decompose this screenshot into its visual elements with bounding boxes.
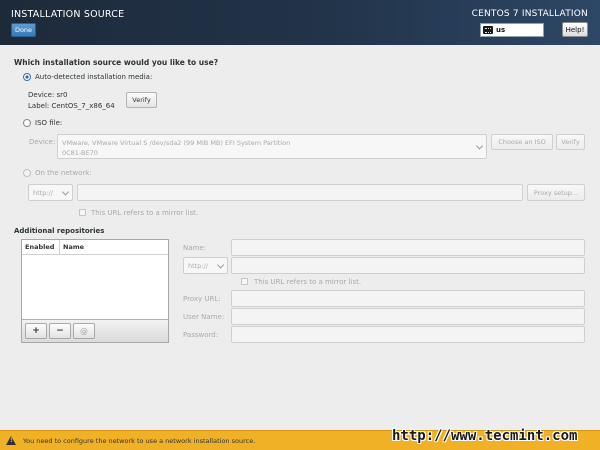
repo-list-header: Enabled Name — [22, 240, 168, 255]
proxy-url-input[interactable] — [231, 290, 585, 307]
verify-iso-button[interactable]: Verify — [556, 134, 585, 150]
repo-mirror-label: This URL refers to a mirror list. — [254, 278, 362, 286]
repo-protocol-select[interactable]: http:// — [183, 257, 228, 274]
repo-name-label: Name: — [183, 244, 207, 252]
verify-media-button[interactable]: Verify — [126, 92, 157, 108]
product-title: CENTOS 7 INSTALLATION — [471, 9, 588, 19]
remove-repo-button[interactable]: − — [49, 323, 71, 339]
iso-file-radio[interactable] — [23, 119, 31, 127]
chevron-down-icon — [61, 187, 70, 196]
repo-toolbar: + − @ — [22, 319, 168, 342]
reset-repos-button[interactable]: @ — [73, 323, 95, 339]
password-label: Password: — [183, 331, 219, 339]
repo-mirror-checkbox[interactable] — [241, 278, 248, 285]
iso-device-combo[interactable]: VMware, VMware Virtual S /dev/sda2 (99 M… — [57, 134, 487, 159]
user-name-input[interactable] — [231, 308, 585, 325]
top-bar: INSTALLATION SOURCE CENTOS 7 INSTALLATIO… — [0, 0, 600, 45]
iso-device-value-line2: 0C81-BE70 — [62, 149, 98, 157]
user-name-label: User Name: — [183, 313, 225, 321]
site-watermark: http://www.tecmint.com — [392, 428, 578, 444]
source-question: Which installation source would you like… — [14, 58, 219, 67]
iso-device-label: Device: — [29, 138, 56, 146]
proxy-setup-button[interactable]: Proxy setup... — [527, 184, 585, 201]
network-label: On the network: — [35, 169, 92, 177]
page-title: INSTALLATION SOURCE — [11, 9, 125, 20]
network-protocol-select[interactable]: http:// — [28, 184, 73, 201]
network-protocol-value: http:// — [33, 189, 53, 197]
keyboard-layout-label: us — [496, 26, 506, 34]
network-url-input[interactable] — [77, 184, 523, 201]
repo-url-input[interactable] — [231, 257, 585, 274]
iso-file-label: ISO file: — [35, 119, 63, 127]
iso-device-value-line1: VMware, VMware Virtual S /dev/sda2 (99 M… — [62, 139, 291, 147]
repo-protocol-value: http:// — [188, 262, 208, 270]
auto-detected-radio[interactable] — [23, 73, 31, 81]
password-input[interactable] — [231, 326, 585, 343]
auto-detected-label: Auto-detected installation media: — [35, 73, 153, 81]
repo-list[interactable]: Enabled Name + − @ — [21, 239, 169, 343]
col-name-header[interactable]: Name — [60, 243, 84, 251]
keyboard-layout-indicator[interactable]: us — [480, 23, 544, 37]
repo-name-input[interactable] — [231, 239, 585, 256]
choose-iso-button[interactable]: Choose an ISO — [491, 134, 553, 150]
warning-message: You need to configure the network to use… — [23, 437, 256, 445]
add-repo-button[interactable]: + — [25, 323, 47, 339]
chevron-down-icon — [216, 260, 225, 269]
keyboard-icon — [483, 26, 493, 34]
chevron-down-icon — [475, 141, 484, 150]
warning-icon — [6, 436, 16, 445]
network-mirror-label: This URL refers to a mirror list. — [91, 209, 199, 217]
proxy-url-label: Proxy URL: — [183, 295, 221, 303]
done-button[interactable]: Done — [11, 23, 36, 37]
network-mirror-checkbox[interactable] — [79, 209, 86, 216]
help-button[interactable]: Help! — [562, 22, 588, 37]
repos-heading: Additional repositories — [14, 227, 105, 235]
col-enabled-header[interactable]: Enabled — [22, 243, 54, 251]
network-radio[interactable] — [23, 169, 31, 177]
device-info: Device: sr0 — [28, 91, 68, 99]
label-info: Label: CentOS_7_x86_64 — [28, 102, 115, 110]
